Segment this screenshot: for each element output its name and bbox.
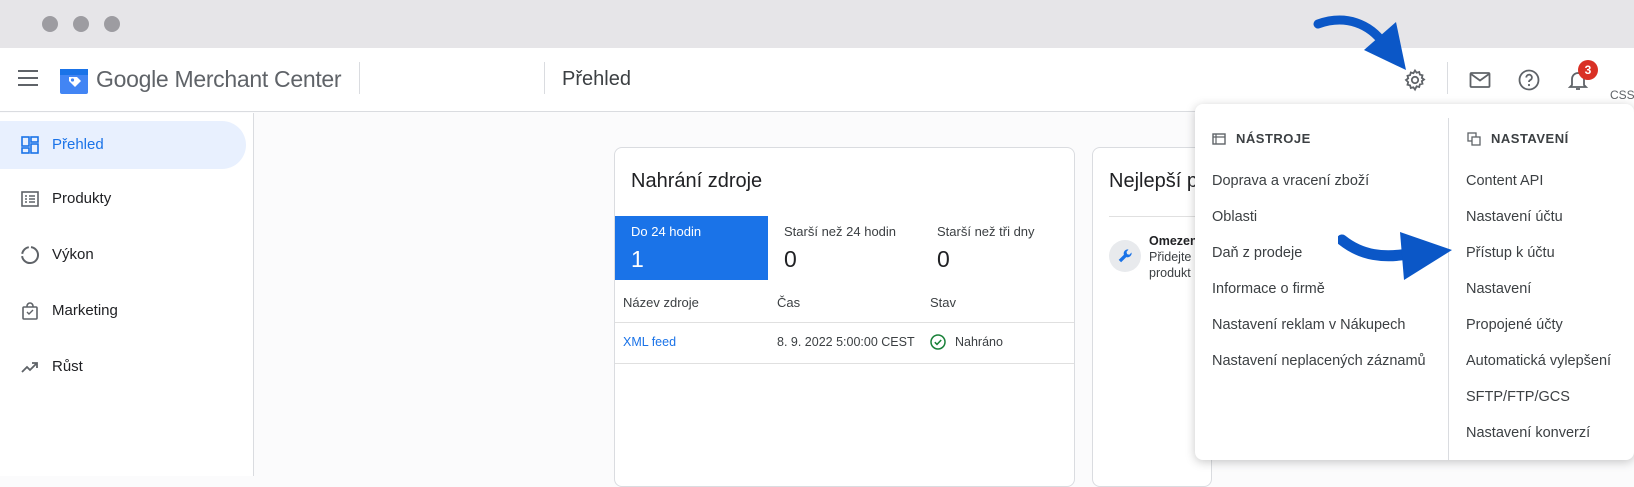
stat-label: Do 24 hodin <box>631 224 702 239</box>
page-title: Přehled <box>562 68 631 90</box>
header-divider <box>544 62 545 94</box>
card-title: Nahrání zdroje <box>631 170 763 192</box>
check-circle-icon <box>930 334 946 350</box>
menu-icon[interactable] <box>18 70 38 86</box>
menu-item-oblasti[interactable]: Oblasti <box>1212 209 1257 225</box>
menu-item-nastaveni[interactable]: Nastavení <box>1466 281 1531 297</box>
settings-heading-label: NASTAVENÍ <box>1491 131 1569 146</box>
menu-item-pristup-k-uctu[interactable]: Přístup k účtu <box>1466 245 1555 261</box>
sidebar-item-prehled[interactable]: Přehled <box>0 121 246 169</box>
best-practices-card: Nejlepší p Omezen Přidejte produkt <box>1092 147 1212 487</box>
stat-tab-older-24h[interactable]: Starší než 24 hodin 0 <box>768 216 921 280</box>
header-divider <box>1447 62 1448 94</box>
window-maximize-button[interactable] <box>104 16 120 32</box>
annotation-arrow-icon <box>1313 15 1406 70</box>
stat-value: 0 <box>937 246 950 272</box>
row-divider <box>615 363 1074 364</box>
donut-chart-icon <box>21 246 40 265</box>
feed-status: Nahráno <box>955 335 1003 349</box>
stat-tab-older-3d[interactable]: Starší než tři dny 0 <box>921 216 1074 280</box>
card-title: Nejlepší p <box>1109 170 1198 192</box>
item-text: Přidejte <box>1149 250 1192 264</box>
menu-item-nastaveni-konverzi[interactable]: Nastavení konverzí <box>1466 425 1590 441</box>
trending-up-icon <box>21 362 38 373</box>
column-header-name[interactable]: Název zdroje <box>623 295 699 310</box>
menu-item-nastaveni-uctu[interactable]: Nastavení účtu <box>1466 209 1563 225</box>
column-header-time[interactable]: Čas <box>777 295 800 310</box>
tools-section-icon <box>1212 133 1226 145</box>
menu-item-content-api[interactable]: Content API <box>1466 173 1543 189</box>
sidebar-item-rust[interactable]: Růst <box>0 343 246 391</box>
menu-item-sftp[interactable]: SFTP/FTP/GCS <box>1466 389 1570 405</box>
tools-heading-label: NÁSTROJE <box>1236 131 1311 146</box>
sidebar-item-marketing[interactable]: Marketing <box>0 287 246 335</box>
feed-upload-card: Nahrání zdroje Do 24 hodin 1 Starší než … <box>614 147 1075 487</box>
menu-item-dan[interactable]: Daň z prodeje <box>1212 245 1302 261</box>
stat-label: Starší než tři dny <box>937 224 1035 239</box>
header-divider <box>359 62 360 94</box>
window-close-button[interactable] <box>42 16 58 32</box>
menu-item-doprava[interactable]: Doprava a vracení zboží <box>1212 173 1369 189</box>
feed-name-link[interactable]: XML feed <box>623 335 676 349</box>
mail-icon[interactable] <box>1468 68 1492 92</box>
brand-name[interactable]: Google Merchant Center <box>96 66 342 93</box>
dashboard-icon <box>21 136 39 154</box>
menu-item-propojene-ucty[interactable]: Propojené účty <box>1466 317 1563 333</box>
brand-secondary: Merchant Center <box>174 66 342 92</box>
stat-value: 0 <box>784 246 797 272</box>
help-icon[interactable] <box>1517 68 1541 92</box>
annotation-arrow-icon <box>1338 232 1452 280</box>
menu-divider <box>1448 118 1449 460</box>
account-label[interactable]: CSS: <box>1610 88 1634 102</box>
menu-item-informace[interactable]: Informace o firmě <box>1212 281 1325 297</box>
sidebar-item-label: Přehled <box>52 136 104 153</box>
wrench-icon <box>1109 240 1141 272</box>
sidebar-item-vykon[interactable]: Výkon <box>0 231 246 279</box>
row-divider <box>615 322 1074 323</box>
sidebar-item-label: Růst <box>52 358 83 375</box>
feed-time: 8. 9. 2022 5:00:00 CEST <box>777 335 915 349</box>
stat-tab-24h[interactable]: Do 24 hodin 1 <box>615 216 768 280</box>
sidebar-item-label: Produkty <box>52 190 112 207</box>
notification-badge: 3 <box>1578 60 1598 80</box>
stat-value: 1 <box>631 246 644 272</box>
sidebar-item-produkty[interactable]: Produkty <box>0 175 246 223</box>
brand-primary: Google <box>96 66 169 92</box>
column-header-status[interactable]: Stav <box>930 295 956 310</box>
menu-item-reklamy[interactable]: Nastavení reklam v Nákupech <box>1212 317 1405 333</box>
sidebar-item-label: Marketing <box>52 302 118 319</box>
settings-section-icon <box>1467 132 1481 146</box>
menu-item-neplacene[interactable]: Nastavení neplacených záznamů <box>1212 353 1426 369</box>
shopping-bag-icon <box>22 302 38 320</box>
sidebar-item-label: Výkon <box>52 246 94 263</box>
window-minimize-button[interactable] <box>73 16 89 32</box>
sidebar: Přehled Produkty Výkon Marketing Růst <box>0 113 254 476</box>
item-text: produkt <box>1149 266 1191 280</box>
item-title: Omezen <box>1149 234 1198 248</box>
menu-item-automaticka-vylepseni[interactable]: Automatická vylepšení <box>1466 353 1611 369</box>
list-icon <box>21 191 39 207</box>
merchant-center-logo <box>60 69 88 94</box>
stat-label: Starší než 24 hodin <box>784 224 897 239</box>
